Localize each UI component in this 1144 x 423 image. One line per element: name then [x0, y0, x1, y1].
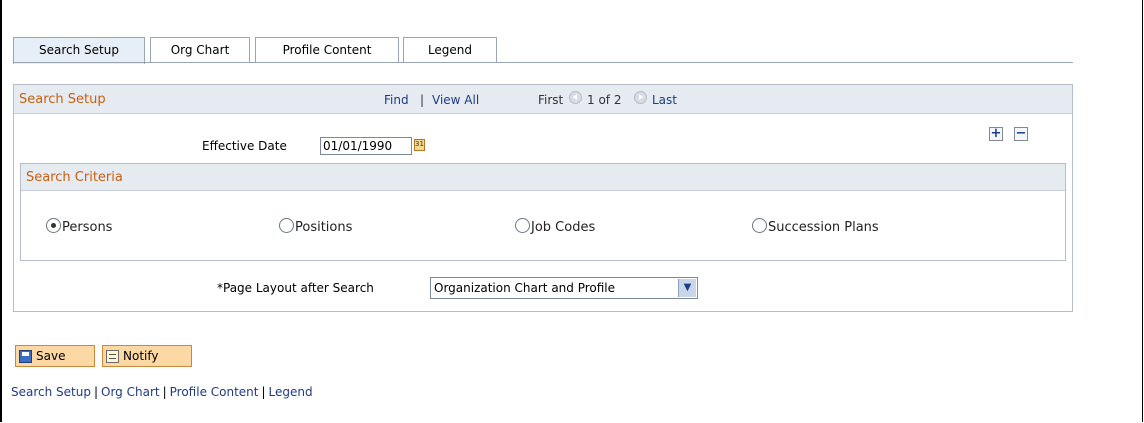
last-link[interactable]: Last [652, 93, 677, 107]
link-separator: | [162, 385, 167, 399]
radio-selected-icon[interactable] [46, 218, 61, 233]
effective-date-label: Effective Date [202, 139, 287, 153]
radio-job-codes[interactable]: Job Codes [515, 218, 595, 235]
delete-row-button[interactable]: − [1014, 127, 1028, 141]
save-button[interactable]: Save [15, 345, 95, 367]
add-row-button[interactable]: + [989, 127, 1003, 141]
pager-count: 1 of 2 [587, 93, 622, 107]
first-label: First [538, 93, 564, 107]
save-icon [19, 350, 32, 363]
search-criteria-group: Search Criteria Persons Positions Job Co… [20, 163, 1066, 261]
radio-label: Persons [62, 220, 113, 235]
tab-label: Profile Content [282, 43, 372, 57]
next-icon[interactable] [634, 91, 647, 105]
tab-profile-content[interactable]: Profile Content [255, 37, 399, 62]
tab-org-chart[interactable]: Org Chart [150, 37, 250, 62]
tab-label: Legend [427, 43, 473, 57]
radio-label: Succession Plans [768, 220, 879, 235]
footer-link-legend[interactable]: Legend [269, 385, 313, 399]
footer-link-search-setup[interactable]: Search Setup [11, 385, 91, 399]
footer-links: Search Setup | Org Chart | Profile Content | L… [11, 385, 313, 399]
tab-search-setup[interactable]: Search Setup [13, 37, 145, 64]
criteria-title: Search Criteria [26, 170, 123, 185]
footer-link-profile-content[interactable]: Profile Content [170, 385, 259, 399]
select-value: Organization Chart and Profile [434, 281, 616, 295]
criteria-header: Search Criteria [21, 164, 1065, 191]
radio-succession-plans[interactable]: Succession Plans [752, 218, 879, 235]
tab-label: Search Setup [39, 43, 119, 57]
notify-button[interactable]: Notify [102, 345, 192, 367]
radio-icon[interactable] [279, 218, 294, 233]
previous-icon[interactable] [569, 91, 582, 105]
footer-link-org-chart[interactable]: Org Chart [101, 385, 160, 399]
link-separator: | [261, 385, 266, 399]
effective-date-input[interactable]: 01/01/1990 [320, 137, 412, 155]
notify-label: Notify [123, 349, 159, 363]
radio-persons[interactable]: Persons [46, 218, 112, 235]
panel-header: Search Setup Find | View All First 1 of … [14, 85, 1072, 114]
radio-label: Positions [295, 220, 353, 235]
link-separator: | [93, 385, 99, 399]
chevron-down-icon[interactable]: ▼ [678, 279, 696, 297]
nav-separator: | [420, 93, 425, 107]
radio-positions[interactable]: Positions [279, 218, 352, 235]
tab-label: Org Chart [170, 43, 230, 57]
view-all-link[interactable]: View All [432, 93, 479, 107]
save-label: Save [36, 349, 66, 363]
tab-divider [13, 62, 1073, 63]
notify-icon [106, 350, 119, 363]
radio-label: Job Codes [531, 220, 596, 235]
page-layout-label: *Page Layout after Search [217, 281, 374, 295]
calendar-icon[interactable]: 31 [414, 139, 425, 151]
radio-icon[interactable] [752, 218, 767, 233]
page-layout-select[interactable]: Organization Chart and Profile ▼ [430, 277, 698, 299]
radio-icon[interactable] [515, 218, 530, 233]
tab-legend[interactable]: Legend [403, 37, 497, 62]
search-setup-panel: Search Setup Find | View All First 1 of … [13, 84, 1073, 312]
panel-title: Search Setup [19, 92, 106, 107]
find-link[interactable]: Find [384, 93, 409, 107]
